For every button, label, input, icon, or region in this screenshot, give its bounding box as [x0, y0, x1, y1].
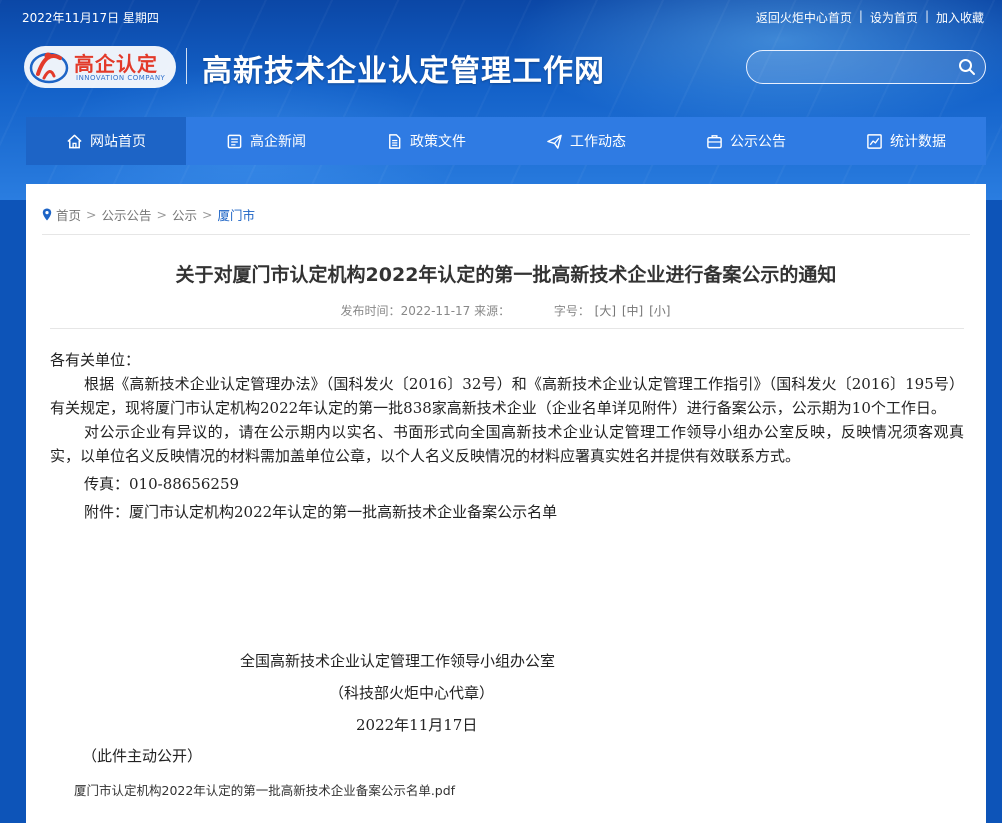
breadcrumb-separator: > — [156, 207, 167, 222]
article-body: 各有关单位： 根据《高新技术企业认定管理办法》（国科发火〔2016〕32号）和《… — [50, 348, 964, 524]
divider — [42, 234, 970, 235]
separator: | — [858, 9, 863, 23]
breadcrumb-announcements[interactable]: 公示公告 — [102, 205, 152, 224]
search-icon[interactable] — [957, 57, 977, 77]
breadcrumb-home[interactable]: 首页 — [56, 205, 81, 224]
public-note: （此件主动公开） — [82, 747, 203, 765]
content-panel: 首页 > 公示公告 > 公示 > 厦门市 关于对厦门市认定机构2022年认定的第… — [26, 184, 986, 823]
document-icon — [389, 133, 401, 149]
top-bar: 2022年11月17日 星期四 返回火炬中心首页 | 设为首页 | 加入收藏 — [0, 0, 1002, 34]
breadcrumb-xiamen[interactable]: 厦门市 — [218, 205, 256, 224]
nav-item-home[interactable]: 网站首页 — [26, 117, 186, 165]
logo-divider — [186, 48, 187, 84]
attachment-line: 附件：厦门市认定机构2022年认定的第一批高新技术企业备案公示名单 — [84, 503, 558, 521]
paragraph: 根据《高新技术企业认定管理办法》（国科发火〔2016〕32号）和《高新技术企业认… — [50, 375, 964, 417]
set-homepage-link[interactable]: 设为首页 — [870, 9, 918, 26]
nav-item-label: 公示公告 — [730, 134, 786, 150]
main-nav: 网站首页 高企新闻 政策文件 工作动态 公示公告 统计数据 — [26, 117, 986, 165]
breadcrumb: 首页 > 公示公告 > 公示 > 厦门市 — [42, 205, 255, 224]
nav-item-label: 高企新闻 — [250, 134, 306, 150]
paragraph: 对公示企业有异议的，请在公示期内以实名、书面形式向全国高新技术企业认定管理工作领… — [50, 423, 964, 465]
nav-item-label: 工作动态 — [570, 134, 626, 150]
site-title: 高新技术企业认定管理工作网 — [202, 54, 605, 89]
article-title: 关于对厦门市认定机构2022年认定的第一批高新技术企业进行备案公示的通知 — [175, 264, 837, 286]
breadcrumb-separator: > — [202, 207, 213, 222]
fax-line: 传真：010-88656259 — [84, 475, 240, 493]
news-icon — [227, 134, 242, 148]
publish-time: 2022-11-17 — [400, 304, 471, 318]
nav-item-label: 统计数据 — [890, 134, 946, 150]
divider — [50, 328, 964, 329]
font-size-small[interactable]: [小] — [649, 304, 670, 318]
search-input[interactable] — [761, 57, 951, 77]
paper-plane-icon — [547, 134, 562, 149]
nav-item-work-news[interactable]: 工作动态 — [506, 117, 666, 165]
nav-item-label: 网站首页 — [90, 134, 146, 150]
article-meta: 发布时间：2022-11-17 来源： 字号： [大] [中] [小] — [26, 302, 986, 319]
current-date: 2022年11月17日 星期四 — [22, 11, 159, 25]
top-links: 返回火炬中心首页 | 设为首页 | 加入收藏 — [756, 9, 984, 26]
signature-proxy: （科技部火炬中心代章） — [329, 684, 495, 702]
add-favorite-link[interactable]: 加入收藏 — [936, 9, 984, 26]
chart-icon — [867, 133, 882, 149]
nav-item-policy[interactable]: 政策文件 — [346, 117, 506, 165]
font-size-medium[interactable]: [中] — [622, 304, 643, 318]
salutation: 各有关单位： — [50, 351, 141, 369]
publish-time-label: 发布时间： — [340, 304, 401, 318]
back-to-torch-center-link[interactable]: 返回火炬中心首页 — [756, 9, 852, 26]
signature-org: 全国高新技术企业认定管理工作领导小组办公室 — [240, 652, 556, 670]
search-box — [746, 50, 986, 84]
logo-icon — [29, 52, 69, 84]
breadcrumb-notice[interactable]: 公示 — [172, 205, 197, 224]
source-label: 来源： — [474, 304, 511, 318]
signature-date: 2022年11月17日 — [356, 716, 478, 734]
font-size-label: 字号： — [553, 304, 590, 318]
nav-item-statistics[interactable]: 统计数据 — [826, 117, 986, 165]
nav-item-news[interactable]: 高企新闻 — [186, 117, 346, 165]
breadcrumb-separator: > — [86, 207, 97, 222]
nav-item-announcements[interactable]: 公示公告 — [666, 117, 826, 165]
font-size-large[interactable]: [大] — [595, 304, 616, 318]
home-icon — [67, 134, 82, 148]
nav-item-label: 政策文件 — [410, 134, 466, 150]
attachment-file-link[interactable]: 厦门市认定机构2022年认定的第一批高新技术企业备案公示名单.pdf — [74, 780, 455, 799]
location-pin-icon — [42, 208, 52, 221]
logo-text: 高企认定 — [74, 52, 158, 76]
briefcase-icon — [707, 134, 722, 148]
separator: | — [924, 9, 929, 23]
logo-subtext: INNOVATION COMPANY — [76, 74, 166, 82]
